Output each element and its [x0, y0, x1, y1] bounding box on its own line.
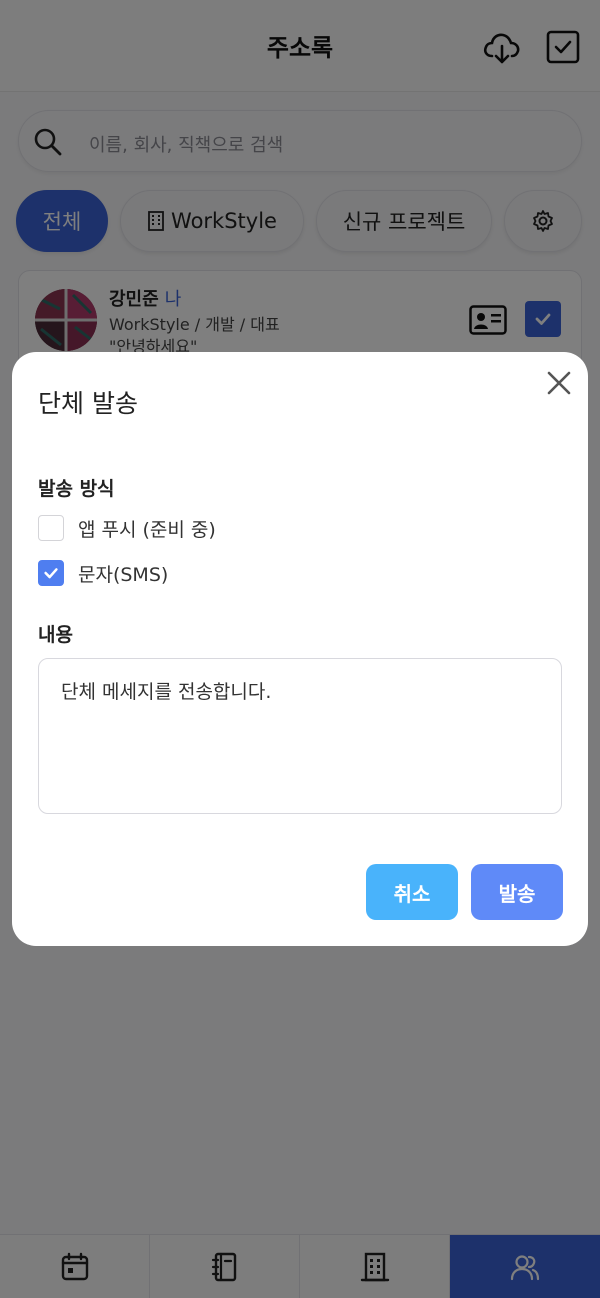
- close-icon[interactable]: [544, 368, 574, 398]
- option-label: 문자(SMS): [78, 563, 169, 586]
- content-label: 내용: [38, 624, 73, 646]
- bulk-send-dialog: 단체 발송 발송 방식 앱 푸시 (준비 중) 문자(SMS) 내용 단체 메세…: [12, 352, 588, 946]
- check-icon: [44, 568, 58, 579]
- message-content-textarea[interactable]: 단체 메세지를 전송합니다.: [38, 658, 562, 814]
- sms-checkbox[interactable]: [38, 560, 64, 586]
- option-sms[interactable]: 문자(SMS): [38, 559, 168, 587]
- option-app-push[interactable]: 앱 푸시 (준비 중): [38, 514, 216, 542]
- option-label: 앱 푸시 (준비 중): [78, 518, 216, 541]
- send-button[interactable]: 발송: [471, 864, 563, 920]
- send-method-label: 발송 방식: [38, 478, 115, 500]
- cancel-button[interactable]: 취소: [366, 864, 458, 920]
- dialog-title: 단체 발송: [38, 389, 138, 418]
- app-push-checkbox[interactable]: [38, 515, 64, 541]
